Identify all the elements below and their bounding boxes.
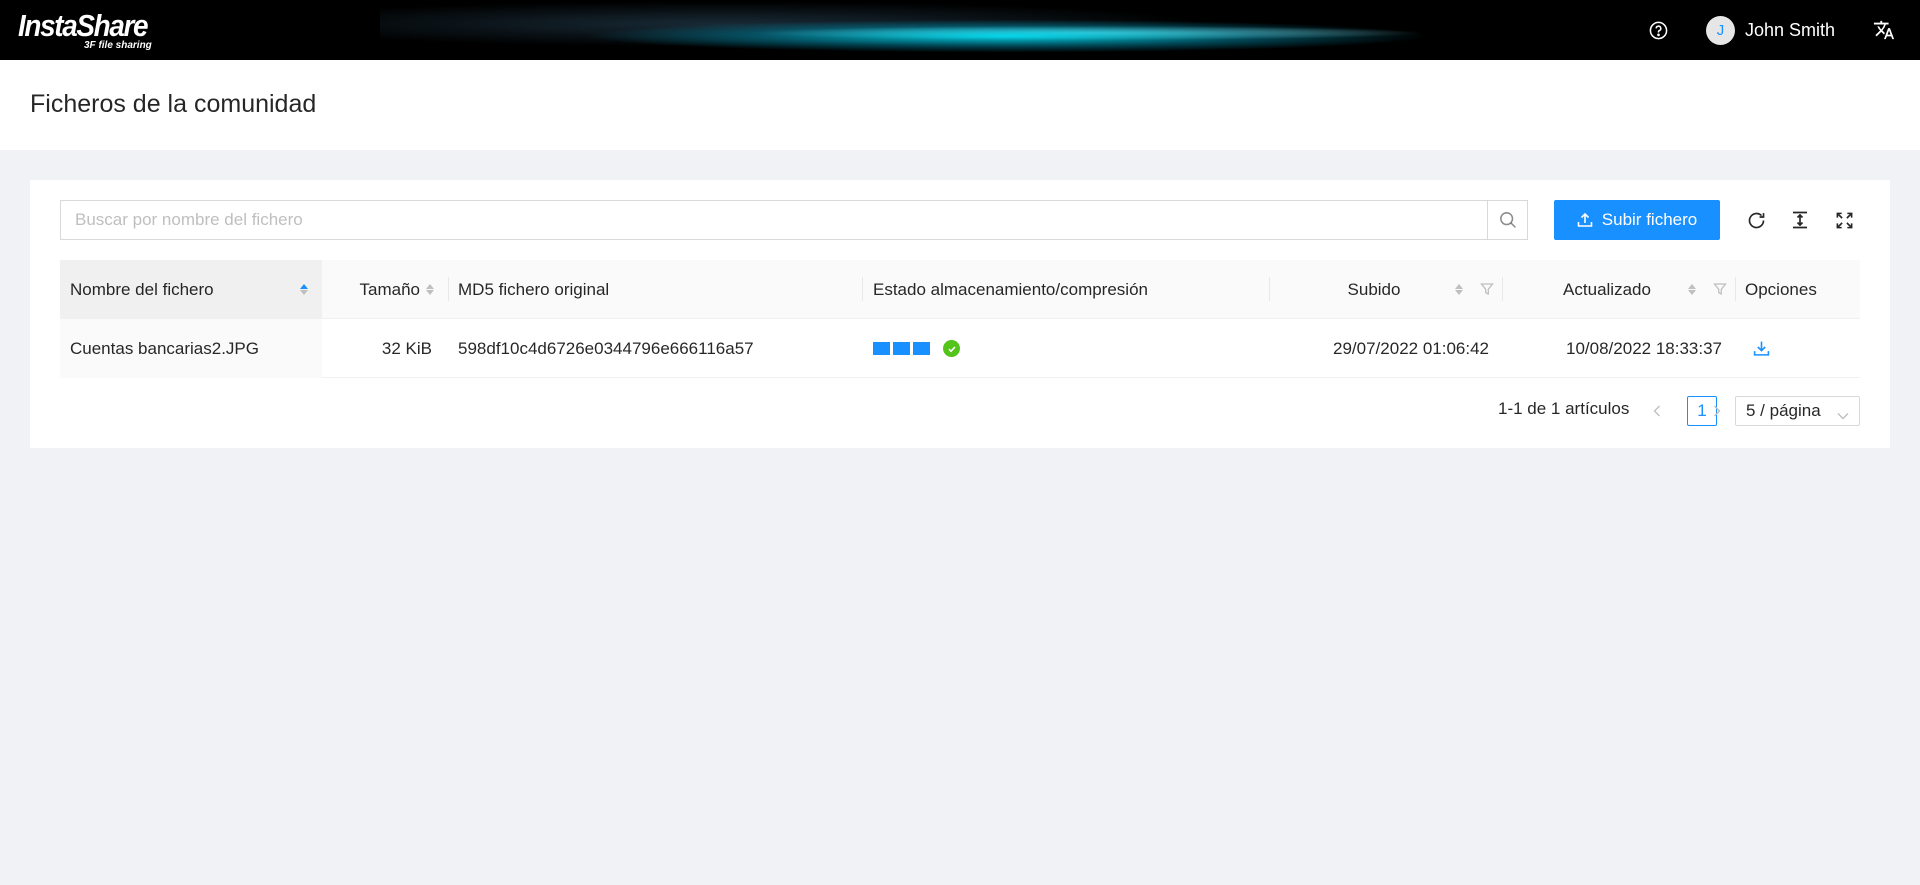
upload-label: Subir fichero bbox=[1601, 210, 1698, 229]
column-header-updated[interactable]: Actualizado bbox=[1503, 260, 1703, 319]
header-banner-graphic bbox=[380, 0, 1520, 60]
app-header: InstaShare 3F file sharing J John Smith bbox=[0, 0, 1920, 60]
column-header-size[interactable]: Tamaño bbox=[322, 260, 442, 319]
reload-icon[interactable] bbox=[1744, 208, 1768, 232]
download-icon[interactable] bbox=[1753, 340, 1770, 357]
file-size: 32 KiB bbox=[381, 338, 432, 358]
avatar: J bbox=[1706, 15, 1735, 45]
help-icon[interactable] bbox=[1646, 18, 1670, 42]
prev-page-icon[interactable] bbox=[1650, 402, 1664, 420]
file-name: Cuentas bancarias2.JPG bbox=[60, 319, 322, 378]
column-header-status: Estado almacenamiento/compresión bbox=[873, 279, 1148, 299]
sort-icon[interactable] bbox=[300, 260, 308, 319]
fullscreen-icon[interactable] bbox=[1832, 208, 1856, 232]
sort-icon[interactable] bbox=[1455, 260, 1463, 319]
search-input[interactable] bbox=[61, 201, 1487, 239]
filter-icon[interactable] bbox=[1713, 282, 1727, 296]
column-divider bbox=[862, 277, 863, 301]
column-height-icon[interactable] bbox=[1788, 208, 1812, 232]
row-options bbox=[1745, 319, 1860, 378]
search-button[interactable] bbox=[1487, 201, 1527, 239]
files-card: Subir fichero Nombre del fichero Tamaño … bbox=[30, 180, 1890, 448]
logo-text: InstaShare bbox=[18, 8, 149, 43]
upload-file-button[interactable]: Subir fichero bbox=[1554, 200, 1720, 240]
check-circle-icon bbox=[943, 340, 960, 357]
search-bar bbox=[60, 200, 1528, 240]
sort-icon[interactable] bbox=[1688, 260, 1696, 319]
search-icon bbox=[1499, 212, 1516, 228]
column-header-uploaded[interactable]: Subido bbox=[1270, 260, 1470, 319]
page-header: Ficheros de la comunidad bbox=[0, 60, 1920, 150]
column-divider bbox=[1735, 277, 1736, 301]
page-size-select[interactable]: 5 / página bbox=[1735, 396, 1860, 426]
chevron-down-icon bbox=[1837, 405, 1849, 425]
column-header-md5: MD5 fichero original bbox=[458, 279, 610, 299]
status-progress bbox=[873, 342, 930, 355]
table-header: Nombre del fichero Tamaño MD5 fichero or… bbox=[60, 260, 1860, 319]
column-header-name[interactable]: Nombre del fichero bbox=[60, 260, 322, 319]
app-logo[interactable]: InstaShare 3F file sharing bbox=[18, 8, 168, 54]
sort-icon[interactable] bbox=[426, 260, 434, 319]
user-menu[interactable]: J John Smith bbox=[1706, 15, 1835, 45]
logo-subtitle: 3F file sharing bbox=[84, 40, 152, 51]
uploaded-date: 29/07/2022 01:06:42 bbox=[1333, 338, 1489, 358]
page-size-value: 5 / página bbox=[1746, 401, 1821, 420]
upload-icon bbox=[1577, 212, 1593, 227]
translate-icon[interactable] bbox=[1872, 18, 1896, 42]
filter-icon[interactable] bbox=[1480, 282, 1494, 296]
updated-date: 10/08/2022 18:33:37 bbox=[1566, 338, 1722, 358]
column-header-options: Opciones bbox=[1745, 279, 1817, 299]
pagination: 1-1 de 1 artículos 1 5 / página bbox=[30, 396, 1890, 426]
files-table: Nombre del fichero Tamaño MD5 fichero or… bbox=[60, 260, 1860, 378]
next-page-icon[interactable] bbox=[1710, 402, 1724, 420]
column-divider bbox=[448, 277, 449, 301]
user-name: John Smith bbox=[1745, 19, 1836, 40]
storage-status bbox=[873, 319, 1263, 378]
pagination-total: 1-1 de 1 artículos bbox=[1498, 399, 1630, 418]
file-md5: 598df10c4d6726e0344796e666116a57 bbox=[458, 338, 754, 358]
page-title: Ficheros de la comunidad bbox=[30, 90, 317, 118]
table-row[interactable]: Cuentas bancarias2.JPG 32 KiB 598df10c4d… bbox=[60, 319, 1860, 378]
